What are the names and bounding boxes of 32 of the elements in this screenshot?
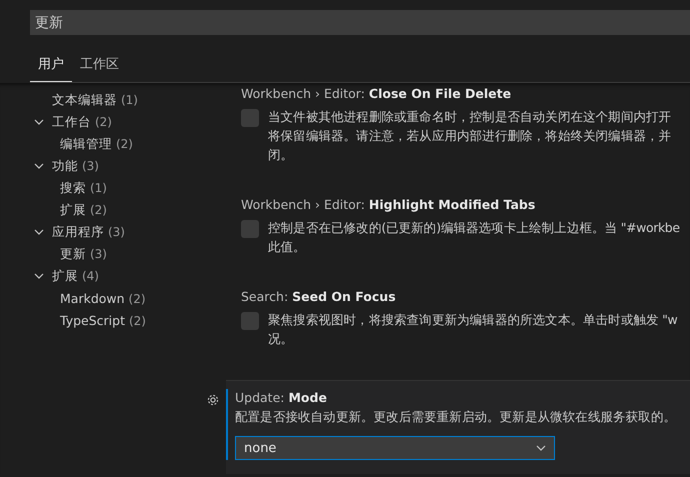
- checkbox[interactable]: [241, 220, 259, 238]
- tree-item[interactable]: 更新 (3): [60, 246, 107, 262]
- chevron-down-icon[interactable]: [34, 117, 44, 127]
- tree-item[interactable]: 工作台 (2): [52, 114, 112, 130]
- tree-item[interactable]: TypeScript (2): [60, 312, 146, 328]
- tree-item[interactable]: Markdown (2): [60, 290, 146, 306]
- setting-description: 控制是否在已修改的(已更新的)编辑器选项卡上绘制上边框。当 "#workbe 此值。: [268, 219, 680, 256]
- tab[interactable]: 用户: [30, 51, 72, 82]
- chevron-down-icon[interactable]: [34, 271, 44, 281]
- setting-description: 配置是否接收自动更新。更改后需要重新启动。更新是从微软在线服务获取的。: [235, 408, 678, 426]
- tree-item[interactable]: 扩展 (2): [60, 202, 107, 218]
- tree-item[interactable]: 文本编辑器 (1): [52, 92, 138, 108]
- setting-title: Search: Seed On Focus: [241, 288, 397, 306]
- setting-title: Workbench › Editor: Highlight Modified Tabs: [241, 196, 536, 214]
- chevron-down-icon[interactable]: [536, 443, 546, 453]
- setting-description: 当文件被其他进程删除或重命名时，控制是否自动关闭在这个期间内打开 将保留编辑器。请注意，若从应用内部进行删除，将始终关闭编辑器，并 闭。: [268, 108, 672, 164]
- chevron-down-icon[interactable]: [34, 227, 44, 237]
- tab[interactable]: 工作区: [72, 51, 127, 82]
- tree-item[interactable]: 扩展 (4): [52, 268, 99, 284]
- tree-item[interactable]: 搜索 (1): [60, 180, 107, 196]
- tree-item[interactable]: 功能 (3): [52, 158, 99, 174]
- checkbox[interactable]: [241, 312, 259, 330]
- tree-item[interactable]: 编辑管理 (2): [60, 136, 133, 152]
- dropdown[interactable]: none: [235, 436, 555, 460]
- tree-item[interactable]: 应用程序 (3): [52, 224, 125, 240]
- checkbox[interactable]: [241, 109, 259, 127]
- gear-icon[interactable]: [206, 392, 220, 406]
- setting-description: 聚焦搜索视图时，将搜索查询更新为编辑器的所选文本。单击时或触发 "w 况。: [268, 311, 678, 348]
- setting-title: Workbench › Editor: Close On File Delete: [241, 85, 512, 103]
- search-field[interactable]: 更新: [30, 10, 690, 35]
- chevron-down-icon[interactable]: [34, 161, 44, 171]
- setting-title: Update: Mode: [235, 389, 328, 407]
